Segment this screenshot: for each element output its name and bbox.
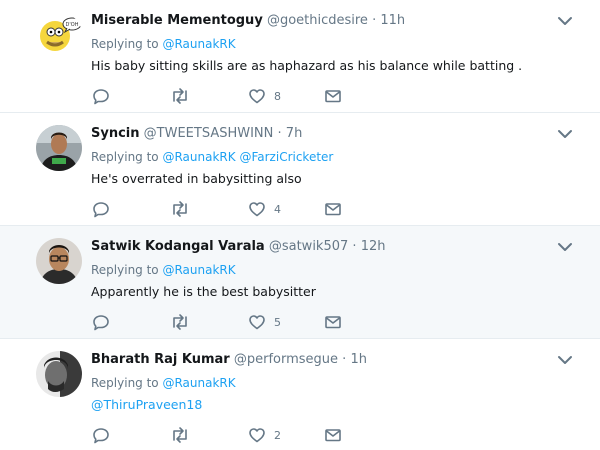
tweet-text-mention[interactable]: @ThiruPraveen18 <box>91 396 202 414</box>
replying-label: Replying to <box>91 37 159 51</box>
retweet-icon <box>173 314 187 330</box>
replying-to: Replying to @RaunakRK @FarziCricketer <box>91 148 333 166</box>
user-photo-icon <box>36 238 82 284</box>
display-name[interactable]: Satwik Kodangal Varala <box>91 239 265 254</box>
user-handle[interactable]: @satwik507 <box>269 239 348 254</box>
like-count: 2 <box>274 428 281 442</box>
heart-icon <box>249 315 265 330</box>
mention-link[interactable]: @RaunakRK <box>162 37 235 51</box>
like-button[interactable]: 5 <box>248 312 281 332</box>
reply-icon <box>93 202 109 218</box>
avatar[interactable] <box>36 125 82 171</box>
mention-link[interactable]: @RaunakRK <box>162 376 235 390</box>
like-button[interactable]: 2 <box>248 425 281 445</box>
retweet-icon <box>173 88 187 104</box>
user-photo-icon <box>36 351 82 397</box>
retweet-icon <box>173 427 187 443</box>
envelope-icon <box>325 203 341 216</box>
timestamp[interactable]: 11h <box>380 13 405 28</box>
tweet-text: Apparently he is the best babysitter <box>91 284 316 299</box>
timestamp[interactable]: 12h <box>361 239 386 254</box>
tweet-header: Satwik Kodangal Varala @satwik507 · 12h <box>91 238 385 256</box>
tweet-actions: 5 <box>92 312 352 332</box>
tweet-actions: 2 <box>92 425 352 445</box>
user-photo-icon <box>36 125 82 171</box>
chevron-down-icon[interactable] <box>556 238 574 256</box>
mention-link[interactable]: @FarziCricketer <box>239 150 333 164</box>
tweet-actions: 4 <box>92 199 352 219</box>
like-count: 8 <box>274 89 281 103</box>
display-name[interactable]: Bharath Raj Kumar <box>91 352 230 367</box>
mention-link[interactable]: @RaunakRK <box>162 150 235 164</box>
reply-icon <box>93 428 109 444</box>
reply-button[interactable] <box>92 425 110 445</box>
envelope-icon <box>325 90 341 103</box>
tweet[interactable]: Syncin @TWEETSASHWINN · 7h Replying to @… <box>0 113 600 226</box>
tweet[interactable]: Satwik Kodangal Varala @satwik507 · 12h … <box>0 226 600 339</box>
chevron-down-icon[interactable] <box>556 12 574 30</box>
tweet-header: Syncin @TWEETSASHWINN · 7h <box>91 125 302 143</box>
tweet[interactable]: D'OH Miserable Mementoguy @goethicdesire… <box>0 0 600 113</box>
tweet-text: He's overrated in babysitting also <box>91 171 302 186</box>
chevron-down-icon[interactable] <box>556 351 574 369</box>
reply-icon <box>93 89 109 105</box>
replying-to: Replying to @RaunakRK <box>91 35 236 53</box>
chevron-down-icon[interactable] <box>556 125 574 143</box>
user-handle[interactable]: @goethicdesire <box>267 13 368 28</box>
tweet[interactable]: Bharath Raj Kumar @performsegue · 1h Rep… <box>0 339 600 450</box>
separator-dot: · <box>372 13 377 28</box>
retweet-button[interactable] <box>170 425 190 445</box>
retweet-button[interactable] <box>170 86 190 106</box>
like-button[interactable]: 4 <box>248 199 281 219</box>
heart-icon <box>249 428 265 443</box>
separator-dot: · <box>342 352 347 367</box>
display-name[interactable]: Miserable Mementoguy <box>91 13 263 28</box>
like-count: 5 <box>274 315 281 329</box>
envelope-icon <box>325 429 341 442</box>
timestamp[interactable]: 7h <box>286 126 303 141</box>
reply-icon <box>93 315 109 331</box>
replying-label: Replying to <box>91 376 159 390</box>
like-count: 4 <box>274 202 281 216</box>
retweet-button[interactable] <box>170 312 190 332</box>
reply-button[interactable] <box>92 199 110 219</box>
user-handle[interactable]: @TWEETSASHWINN <box>144 126 274 141</box>
avatar[interactable] <box>36 351 82 397</box>
heart-icon <box>249 89 265 104</box>
separator-dot: · <box>277 126 282 141</box>
replying-label: Replying to <box>91 150 159 164</box>
tweet-text: His baby sitting skills are as haphazard… <box>91 58 523 73</box>
replying-to: Replying to @RaunakRK <box>91 374 236 392</box>
reply-button[interactable] <box>92 86 110 106</box>
envelope-icon <box>325 316 341 329</box>
mention-link[interactable]: @RaunakRK <box>162 263 235 277</box>
direct-message-button[interactable] <box>324 86 342 106</box>
replying-to: Replying to @RaunakRK <box>91 261 236 279</box>
avatar[interactable] <box>36 238 82 284</box>
timestamp[interactable]: 1h <box>350 352 367 367</box>
direct-message-button[interactable] <box>324 199 342 219</box>
display-name[interactable]: Syncin <box>91 126 140 141</box>
like-button[interactable]: 8 <box>248 86 281 106</box>
cartoon-avatar-icon: D'OH <box>36 12 82 58</box>
avatar[interactable]: D'OH <box>36 12 82 58</box>
retweet-icon <box>173 201 187 217</box>
reply-feed: D'OH Miserable Mementoguy @goethicdesire… <box>0 0 600 450</box>
reply-button[interactable] <box>92 312 110 332</box>
heart-icon <box>249 202 265 217</box>
tweet-header: Miserable Mementoguy @goethicdesire · 11… <box>91 12 405 30</box>
separator-dot: · <box>352 239 357 254</box>
replying-label: Replying to <box>91 263 159 277</box>
direct-message-button[interactable] <box>324 312 342 332</box>
retweet-button[interactable] <box>170 199 190 219</box>
svg-text:D'OH: D'OH <box>66 22 79 28</box>
tweet-header: Bharath Raj Kumar @performsegue · 1h <box>91 351 367 369</box>
tweet-actions: 8 <box>92 86 352 106</box>
direct-message-button[interactable] <box>324 425 342 445</box>
user-handle[interactable]: @performsegue <box>234 352 338 367</box>
